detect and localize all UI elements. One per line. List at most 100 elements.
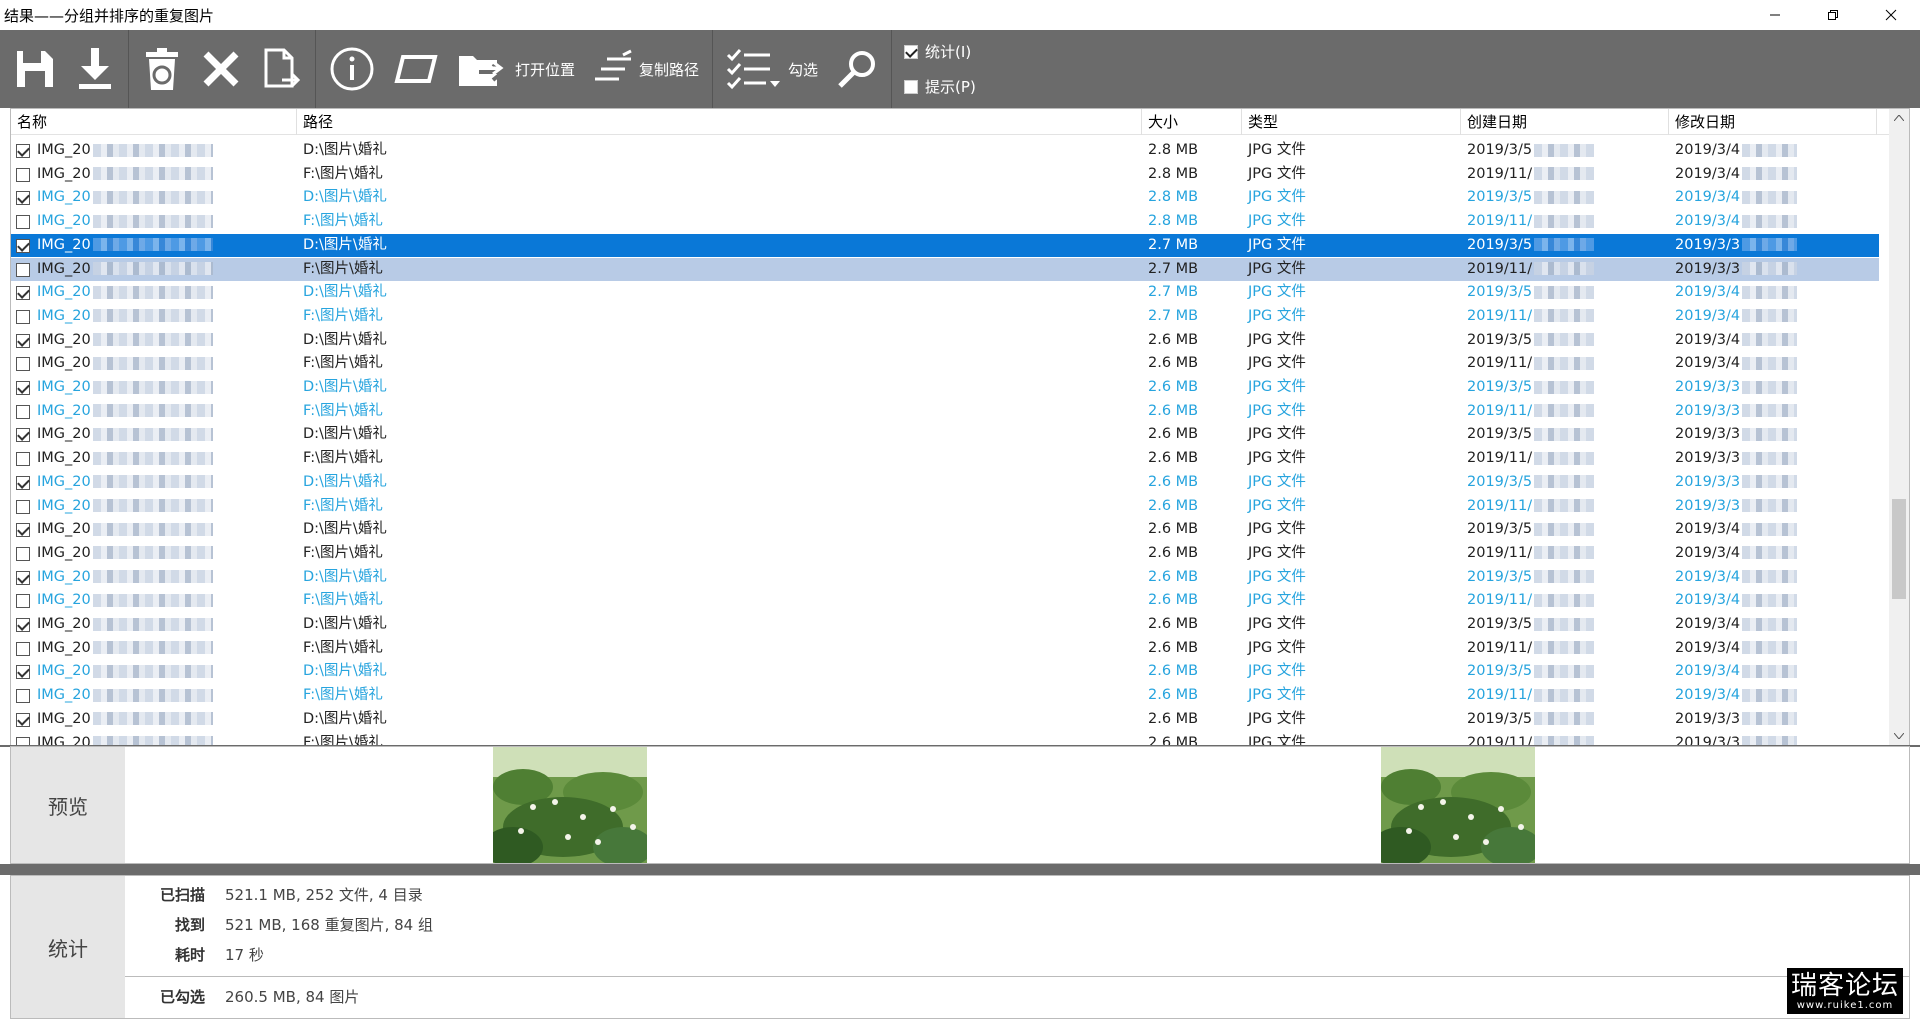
table-row[interactable]: IMG_20 F:\图片\婚礼 2.6 MB JPG 文件 2019/11/2019/3… bbox=[11, 637, 1879, 661]
row-checkbox[interactable] bbox=[16, 286, 30, 301]
watermark-line2: www.ruike1.com bbox=[1796, 999, 1894, 1011]
row-checkbox[interactable] bbox=[16, 594, 30, 609]
row-checkbox[interactable] bbox=[16, 238, 30, 253]
table-row[interactable]: IMG_20 F:\图片\婚礼 2.6 MB JPG 文件 2019/11/2019/3… bbox=[11, 684, 1879, 708]
cell-created: 2019/11/ bbox=[1467, 447, 1595, 471]
cell-name: IMG_20 bbox=[37, 637, 297, 661]
table-row[interactable]: IMG_20 F:\图片\婚礼 2.6 MB JPG 文件 2019/11/2019/3… bbox=[11, 447, 1879, 471]
table-row[interactable]: IMG_20 D:\图片\婚礼 2.6 MB JPG 文件 2019/3/5 2019/3… bbox=[11, 518, 1879, 542]
open-location-button[interactable]: 打开位置 bbox=[448, 30, 584, 108]
row-checkbox[interactable] bbox=[16, 381, 30, 395]
column-header-name[interactable]: 名称 bbox=[11, 109, 297, 135]
table-row[interactable]: IMG_20 D:\图片\婚礼 2.8 MB JPG 文件 2019/3/5 2019/3… bbox=[11, 186, 1879, 210]
move-button[interactable] bbox=[251, 30, 311, 108]
scrollbar-thumb[interactable] bbox=[1892, 499, 1906, 599]
row-checkbox[interactable] bbox=[16, 546, 30, 561]
row-checkbox[interactable] bbox=[16, 712, 30, 727]
table-row[interactable]: IMG_20 D:\图片\婚礼 2.7 MB JPG 文件 2019/3/5 2019/3… bbox=[11, 233, 1879, 258]
row-checkbox[interactable] bbox=[16, 689, 30, 704]
rename-button[interactable] bbox=[384, 30, 448, 108]
table-row[interactable]: IMG_20 F:\图片\婚礼 2.6 MB JPG 文件 2019/11/2019/3… bbox=[11, 542, 1879, 566]
table-row[interactable]: IMG_20 F:\图片\婚礼 2.6 MB JPG 文件 2019/11/2019/3… bbox=[11, 589, 1879, 613]
hints-checkbox[interactable] bbox=[904, 79, 919, 94]
column-header-modified[interactable]: 修改日期 bbox=[1669, 109, 1877, 135]
row-checkbox[interactable] bbox=[16, 357, 30, 372]
restore-button[interactable] bbox=[1804, 0, 1862, 30]
row-checkbox[interactable] bbox=[16, 144, 30, 158]
table-row[interactable]: IMG_20 F:\图片\婚礼 2.6 MB JPG 文件 2019/11/2019/3… bbox=[11, 495, 1879, 519]
cell-name: IMG_20 bbox=[37, 352, 297, 376]
row-checkbox[interactable] bbox=[16, 309, 30, 324]
redacted-filename bbox=[92, 499, 213, 512]
cell-modified-text: 2019/3/3 bbox=[1675, 402, 1741, 419]
column-header-size[interactable]: 大小 bbox=[1142, 109, 1242, 135]
recycle-button[interactable] bbox=[133, 30, 191, 108]
row-checkbox[interactable] bbox=[16, 167, 30, 182]
search-button[interactable] bbox=[827, 30, 887, 108]
close-button[interactable] bbox=[1862, 0, 1920, 30]
row-checkbox[interactable] bbox=[16, 428, 30, 443]
table-row[interactable]: IMG_20 D:\图片\婚礼 2.6 MB JPG 文件 2019/3/5 2019/3… bbox=[11, 708, 1879, 732]
row-checkbox[interactable] bbox=[16, 262, 30, 277]
row-checkbox[interactable] bbox=[16, 404, 30, 419]
cell-name-text: IMG_20 bbox=[37, 710, 91, 727]
table-row[interactable]: IMG_20 F:\图片\婚礼 2.7 MB JPG 文件 2019/11/2019/3… bbox=[11, 305, 1879, 329]
preview-image-2[interactable] bbox=[1381, 747, 1535, 863]
cell-created: 2019/3/5 bbox=[1467, 376, 1595, 400]
preview-image-1[interactable] bbox=[493, 747, 647, 863]
hints-toggle[interactable]: 提示(P) bbox=[904, 76, 976, 97]
column-header-path[interactable]: 路径 bbox=[297, 109, 1142, 135]
stats-checkbox[interactable] bbox=[904, 44, 919, 59]
table-row[interactable]: IMG_20 D:\图片\婚礼 2.6 MB JPG 文件 2019/3/5 2019/3… bbox=[11, 613, 1879, 637]
table-row[interactable]: IMG_20 D:\图片\婚礼 2.6 MB JPG 文件 2019/3/5 2019/3… bbox=[11, 660, 1879, 684]
row-checkbox[interactable] bbox=[16, 452, 30, 467]
table-row[interactable]: IMG_20 D:\图片\婚礼 2.8 MB JPG 文件 2019/3/5 2019/3… bbox=[11, 139, 1879, 163]
row-checkbox[interactable] bbox=[16, 641, 30, 656]
scroll-down-icon[interactable] bbox=[1889, 727, 1909, 745]
table-row[interactable]: IMG_20 F:\图片\婚礼 2.6 MB JPG 文件 2019/11/2019/3… bbox=[11, 732, 1879, 745]
redacted-time bbox=[1742, 688, 1798, 702]
stats-toggle[interactable]: 统计(I) bbox=[904, 41, 976, 62]
table-row[interactable]: IMG_20 D:\图片\婚礼 2.6 MB JPG 文件 2019/3/5 2019/3… bbox=[11, 566, 1879, 590]
table-row[interactable]: IMG_20 F:\图片\婚礼 2.7 MB JPG 文件 2019/11/2019/3… bbox=[11, 257, 1879, 282]
row-checkbox[interactable] bbox=[16, 215, 30, 230]
cell-path: F:\图片\婚礼 bbox=[303, 544, 383, 561]
check-menu-button[interactable]: 勾选 bbox=[717, 30, 827, 108]
cell-name-text: IMG_20 bbox=[37, 331, 91, 348]
delete-button[interactable] bbox=[191, 30, 251, 108]
redacted-filename bbox=[92, 451, 213, 465]
table-row[interactable]: IMG_20 F:\图片\婚礼 2.8 MB JPG 文件 2019/11/2019/3… bbox=[11, 163, 1879, 187]
vertical-scrollbar[interactable] bbox=[1889, 109, 1909, 745]
row-checkbox[interactable] bbox=[16, 570, 30, 585]
table-row[interactable]: IMG_20 D:\图片\婚礼 2.6 MB JPG 文件 2019/3/5 2019/3… bbox=[11, 471, 1879, 495]
scroll-up-icon[interactable] bbox=[1889, 109, 1909, 127]
column-header-created[interactable]: 创建日期 bbox=[1461, 109, 1669, 135]
table-row[interactable]: IMG_20 D:\图片\婚礼 2.6 MB JPG 文件 2019/3/5 2019/3… bbox=[11, 376, 1879, 400]
redacted-filename bbox=[92, 475, 213, 489]
row-checkbox[interactable] bbox=[16, 499, 30, 514]
row-checkbox[interactable] bbox=[16, 665, 30, 680]
minimize-button[interactable] bbox=[1746, 0, 1804, 30]
row-checkbox[interactable] bbox=[16, 523, 30, 538]
row-checkbox[interactable] bbox=[16, 191, 30, 206]
table-row[interactable]: IMG_20 F:\图片\婚礼 2.6 MB JPG 文件 2019/11/2019/3… bbox=[11, 352, 1879, 376]
table-row[interactable]: IMG_20 D:\图片\婚礼 2.6 MB JPG 文件 2019/3/5 2019/3… bbox=[11, 423, 1879, 447]
row-checkbox[interactable] bbox=[16, 475, 30, 490]
stat-found-key: 找到 bbox=[174, 916, 205, 934]
list-header: 名称 路径 大小 类型 创建日期 修改日期 bbox=[11, 109, 1889, 135]
redacted-time bbox=[1742, 285, 1798, 299]
copy-path-button[interactable]: 复制路径 bbox=[584, 30, 708, 108]
row-checkbox[interactable] bbox=[16, 618, 30, 632]
table-row[interactable]: IMG_20 D:\图片\婚礼 2.6 MB JPG 文件 2019/3/5 2019/3… bbox=[11, 329, 1879, 353]
column-header-type[interactable]: 类型 bbox=[1242, 109, 1461, 135]
row-checkbox[interactable] bbox=[16, 333, 30, 348]
cell-modified-text: 2019/3/3 bbox=[1675, 236, 1741, 253]
table-row[interactable]: IMG_20 F:\图片\婚礼 2.8 MB JPG 文件 2019/11/2019/3… bbox=[11, 210, 1879, 234]
cell-size: 2.6 MB bbox=[1148, 616, 1199, 632]
info-button[interactable] bbox=[320, 30, 384, 108]
save-button[interactable] bbox=[4, 30, 66, 108]
redacted-time bbox=[1742, 404, 1798, 418]
table-row[interactable]: IMG_20 F:\图片\婚礼 2.6 MB JPG 文件 2019/11/2019/3… bbox=[11, 400, 1879, 424]
export-button[interactable] bbox=[66, 30, 124, 108]
table-row[interactable]: IMG_20 D:\图片\婚礼 2.7 MB JPG 文件 2019/3/5 2019/3… bbox=[11, 281, 1879, 305]
